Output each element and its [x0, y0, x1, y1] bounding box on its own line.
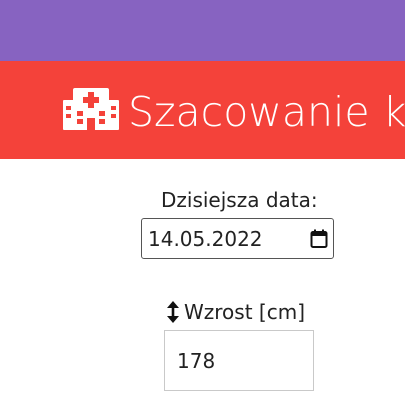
height-label: Wzrost [cm]: [184, 300, 305, 324]
hospital-icon: [62, 86, 120, 136]
calendar-icon[interactable]: [310, 229, 328, 253]
date-input[interactable]: 14.05.2022: [141, 218, 334, 259]
height-value: 178: [177, 349, 216, 373]
date-label: Dzisiejsza data:: [161, 188, 318, 212]
top-bar: [0, 0, 405, 61]
height-input[interactable]: 178: [164, 330, 314, 391]
date-value: 14.05.2022: [148, 227, 263, 251]
vertical-arrows-icon: [165, 300, 181, 328]
page-title: Szacowanie k: [128, 88, 405, 136]
